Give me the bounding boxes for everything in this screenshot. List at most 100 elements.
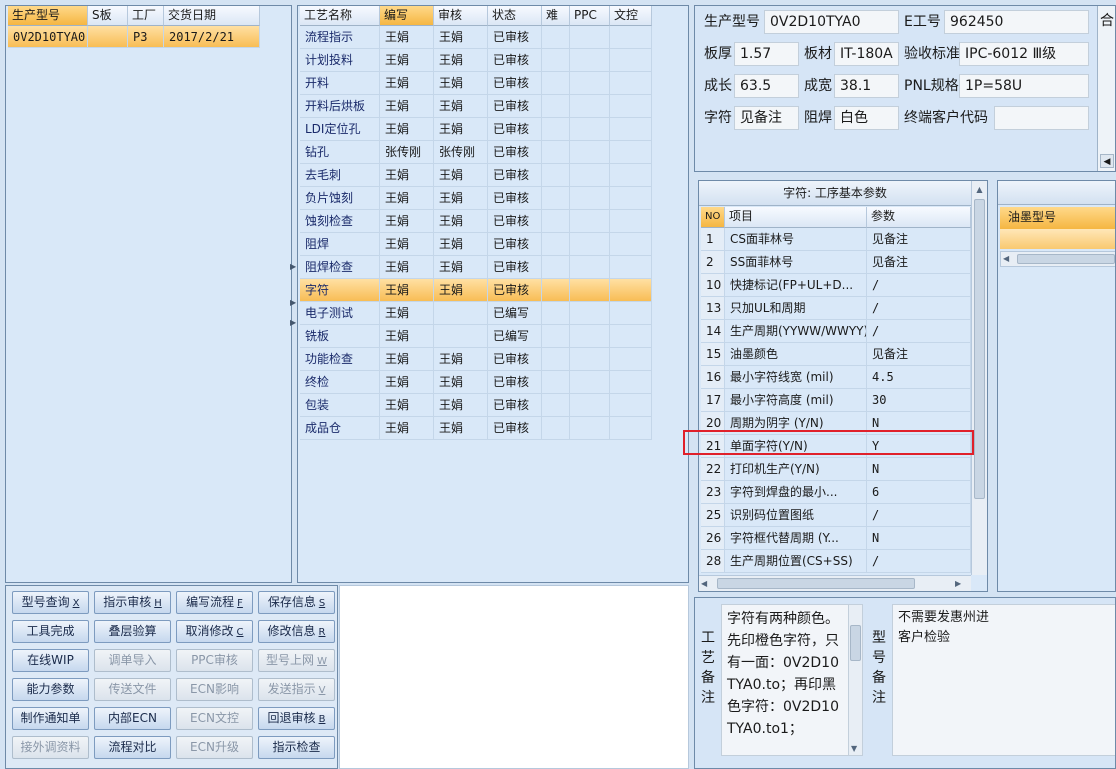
process-cell[interactable] — [610, 279, 652, 302]
params-cell[interactable]: 生产周期(YYWW/WWYY) — [725, 320, 867, 343]
process-cell[interactable] — [570, 72, 610, 95]
process-cell[interactable] — [570, 256, 610, 279]
params-cell[interactable]: 13 — [701, 297, 725, 320]
params-cell[interactable]: N — [867, 458, 971, 481]
ink-hscroll-thumb[interactable] — [1017, 254, 1115, 264]
process-cell[interactable] — [542, 141, 570, 164]
models-col-header[interactable]: S板 — [88, 6, 128, 26]
models-col-header[interactable]: 工厂 — [128, 6, 164, 26]
process-cell[interactable] — [610, 256, 652, 279]
process-cell[interactable]: 王娟 — [380, 118, 434, 141]
process-cell[interactable] — [610, 118, 652, 141]
process-cell[interactable] — [542, 49, 570, 72]
params-cell[interactable]: CS面菲林号 — [725, 228, 867, 251]
pnl-field[interactable]: 1P=58U — [959, 74, 1089, 98]
process-cell[interactable]: 王娟 — [380, 394, 434, 417]
params-col-header[interactable]: 项目 — [725, 207, 867, 228]
process-cell[interactable] — [570, 164, 610, 187]
action-button[interactable]: 在线WIP — [12, 649, 89, 672]
process-cell[interactable]: 王娟 — [380, 49, 434, 72]
process-cell[interactable] — [434, 325, 488, 348]
action-button[interactable]: 保存信息 S — [258, 591, 335, 614]
process-cell[interactable]: 王娟 — [380, 256, 434, 279]
action-button[interactable]: 取消修改 C — [176, 620, 253, 643]
e-no-field[interactable]: 962450 — [944, 10, 1089, 34]
standard-field[interactable]: IPC-6012 Ⅲ级 — [959, 42, 1089, 66]
params-cell[interactable]: 油墨颜色 — [725, 343, 867, 366]
models-cell[interactable]: 2017/2/21 — [164, 26, 260, 48]
params-cell[interactable]: 2 — [701, 251, 725, 274]
action-button[interactable]: 型号查询 X — [12, 591, 89, 614]
thickness-field[interactable]: 1.57 — [734, 42, 799, 66]
process-cell[interactable]: 王娟 — [434, 256, 488, 279]
scroll-up-icon[interactable]: ▲ — [973, 182, 986, 197]
process-cell[interactable]: 已审核 — [488, 394, 542, 417]
process-cell[interactable] — [610, 26, 652, 49]
params-cell[interactable]: 25 — [701, 504, 725, 527]
process-cell[interactable]: 王娟 — [434, 72, 488, 95]
process-cell[interactable] — [570, 325, 610, 348]
params-cell[interactable]: 最小字符线宽 (mil) — [725, 366, 867, 389]
models-cell[interactable] — [88, 26, 128, 48]
process-cell[interactable]: 王娟 — [380, 279, 434, 302]
process-cell[interactable]: 已审核 — [488, 187, 542, 210]
process-cell[interactable] — [542, 394, 570, 417]
process-cell[interactable]: 已审核 — [488, 72, 542, 95]
action-button[interactable]: 工具完成 — [12, 620, 89, 643]
material-field[interactable]: IT-180A — [834, 42, 899, 66]
process-cell[interactable] — [542, 417, 570, 440]
process-cell[interactable] — [610, 164, 652, 187]
process-cell[interactable]: 已审核 — [488, 256, 542, 279]
process-cell[interactable]: 王娟 — [434, 348, 488, 371]
process-cell[interactable] — [570, 210, 610, 233]
process-cell[interactable]: 王娟 — [434, 233, 488, 256]
length-field[interactable]: 63.5 — [734, 74, 799, 98]
action-button[interactable]: 指示检查 — [258, 736, 335, 759]
process-cell[interactable] — [610, 187, 652, 210]
process-col-header[interactable]: 难 — [542, 6, 570, 26]
process-cell[interactable]: 已审核 — [488, 49, 542, 72]
params-cell[interactable]: 17 — [701, 389, 725, 412]
process-cell[interactable] — [570, 49, 610, 72]
models-cell[interactable]: P3 — [128, 26, 164, 48]
process-cell[interactable]: 王娟 — [434, 26, 488, 49]
process-cell[interactable]: 王娟 — [434, 279, 488, 302]
process-cell[interactable]: 王娟 — [434, 394, 488, 417]
params-cell[interactable]: 识别码位置图纸 — [725, 504, 867, 527]
process-cell[interactable]: 开料后烘板 — [300, 95, 380, 118]
process-cell[interactable]: 张传刚 — [434, 141, 488, 164]
process-cell[interactable] — [610, 417, 652, 440]
process-cell[interactable]: 负片蚀刻 — [300, 187, 380, 210]
process-cell[interactable]: 已编写 — [488, 302, 542, 325]
process-cell[interactable] — [542, 187, 570, 210]
models-col-header[interactable]: 交货日期 — [164, 6, 260, 26]
process-cell[interactable]: 已审核 — [488, 371, 542, 394]
params-cell[interactable]: 见备注 — [867, 343, 971, 366]
process-cell[interactable] — [610, 348, 652, 371]
process-remark-box[interactable]: 字符有两种颜色。先印橙色字符，只有一面：0V2D10TYA0.to；再印黑色字符… — [721, 604, 863, 756]
splitter-arrow-icon[interactable]: ▶ — [290, 262, 296, 276]
process-cell[interactable] — [570, 348, 610, 371]
process-cell[interactable]: 已编写 — [488, 325, 542, 348]
action-button[interactable]: 能力参数 — [12, 678, 89, 701]
ink-hscroll[interactable]: ◀ — [1000, 251, 1115, 267]
process-cell[interactable]: 已审核 — [488, 164, 542, 187]
process-cell[interactable]: 已审核 — [488, 279, 542, 302]
action-button[interactable]: 流程对比 — [94, 736, 171, 759]
params-cell[interactable]: 6 — [867, 481, 971, 504]
params-cell[interactable]: SS面菲林号 — [725, 251, 867, 274]
ink-scroll-left-icon[interactable]: ◀ — [1003, 252, 1009, 266]
process-cell[interactable]: 钻孔 — [300, 141, 380, 164]
process-cell[interactable]: 王娟 — [380, 325, 434, 348]
action-button[interactable]: 回退审核 B — [258, 707, 335, 730]
params-cell[interactable]: 只加UL和周期 — [725, 297, 867, 320]
params-col-header[interactable]: 参数 — [867, 207, 971, 228]
params-cell[interactable]: / — [867, 274, 971, 297]
action-button[interactable]: 内部ECN — [94, 707, 171, 730]
process-cell[interactable] — [570, 118, 610, 141]
params-cell[interactable]: / — [867, 297, 971, 320]
process-cell[interactable]: 王娟 — [380, 417, 434, 440]
params-cell[interactable]: 16 — [701, 366, 725, 389]
ink-row[interactable] — [1000, 229, 1115, 249]
process-cell[interactable]: 已审核 — [488, 417, 542, 440]
